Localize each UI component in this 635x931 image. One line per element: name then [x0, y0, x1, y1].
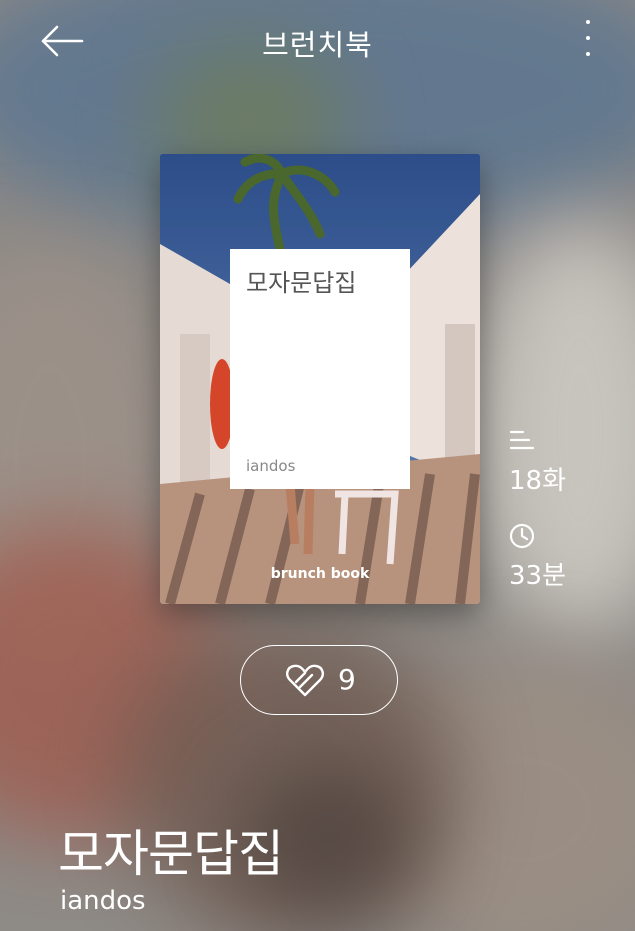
episodes-count: 18화 [509, 466, 567, 496]
clock-icon [509, 523, 535, 549]
cover-brand: brunch book [270, 566, 370, 582]
page-title: 브런치북 [262, 28, 373, 62]
book-cover[interactable]: 모자문답집 iandos brunch book [160, 154, 480, 604]
episodes-info: 18화 [509, 428, 566, 497]
book-author[interactable]: iandos [60, 886, 146, 916]
duration-value: 33분 [509, 561, 567, 591]
like-count: 9 [338, 663, 356, 696]
duration-info: 33분 [509, 523, 566, 592]
book-title: 모자문답집 [58, 825, 284, 883]
cover-author: iandos [246, 457, 296, 475]
list-icon [509, 430, 535, 450]
more-vertical-icon[interactable] [578, 20, 598, 62]
cover-title: 모자문답집 [246, 269, 357, 297]
like-heart-icon [286, 664, 324, 697]
top-bar: 브런치북 [0, 0, 635, 80]
cover-label-card: 모자문답집 iandos [230, 249, 410, 489]
like-button[interactable]: 9 [240, 645, 398, 715]
